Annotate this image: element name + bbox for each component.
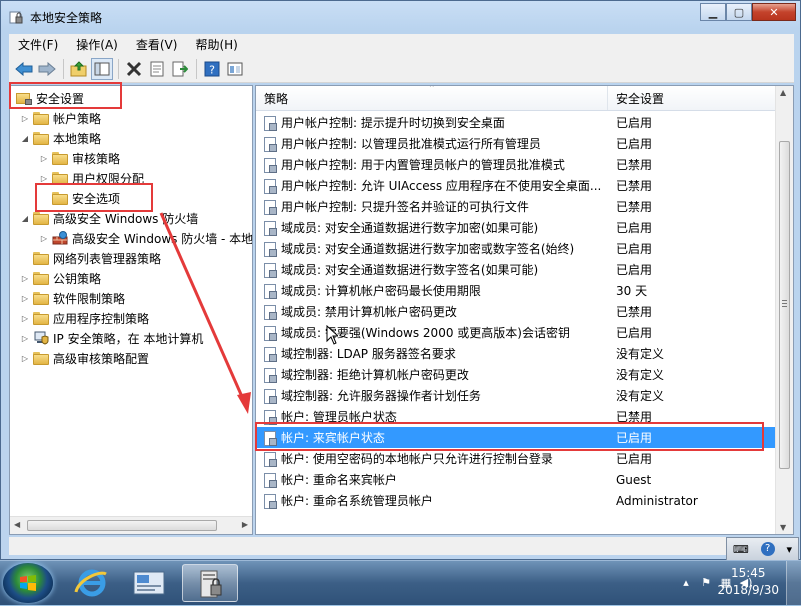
annotation-arrow bbox=[159, 212, 251, 414]
internet-explorer-icon bbox=[74, 569, 107, 597]
windows-logo-icon bbox=[20, 575, 36, 591]
local-security-policy-icon bbox=[200, 570, 222, 598]
arrow-up-icon[interactable]: ▴ bbox=[679, 576, 693, 590]
taskbar-internet-explorer[interactable] bbox=[64, 564, 120, 602]
show-desktop-button[interactable] bbox=[786, 561, 801, 605]
clock-date: 2018/9/30 bbox=[717, 583, 779, 597]
mouse-cursor-icon bbox=[326, 325, 338, 345]
start-button[interactable] bbox=[3, 563, 53, 603]
taskbar-local-security-policy[interactable] bbox=[182, 564, 238, 602]
clock-time: 15:45 bbox=[730, 566, 766, 580]
taskbar: ▴ ⚑ ▦ ◀) 15:45 2018/9/30 bbox=[0, 560, 801, 605]
server-manager-icon bbox=[133, 571, 165, 595]
ime-language-bar[interactable]: ⌨ ? ▾ bbox=[726, 537, 799, 561]
flag-icon[interactable]: ⚑ bbox=[699, 576, 713, 590]
keyboard-icon[interactable]: ⌨ bbox=[733, 543, 749, 556]
local-security-policy-window: 本地安全策略 ▁ ▢ ✕ 文件(F) 操作(A) 查看(V) 帮助(H) ? 安… bbox=[0, 0, 801, 560]
clock[interactable]: 15:45 2018/9/30 bbox=[717, 565, 779, 599]
taskbar-server-manager[interactable] bbox=[122, 564, 178, 602]
ime-help-icon[interactable]: ? bbox=[760, 542, 775, 556]
ime-options-icon[interactable]: ▾ bbox=[787, 543, 793, 556]
